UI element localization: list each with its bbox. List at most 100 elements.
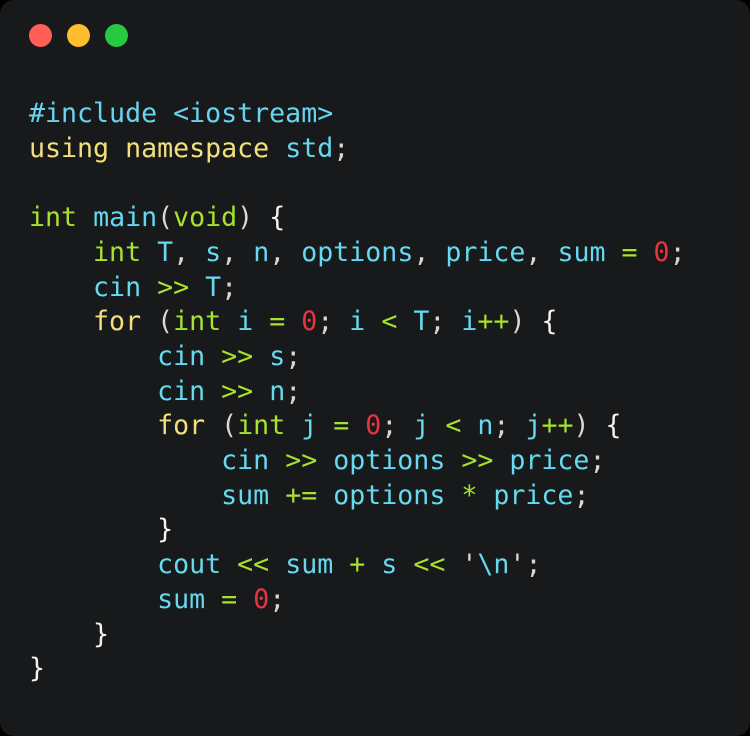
code-token: ,	[525, 236, 558, 268]
code-token: (	[157, 202, 174, 234]
code-token: sum	[557, 236, 606, 268]
close-window-button[interactable]	[29, 23, 52, 47]
code-token: 0	[253, 583, 270, 615]
code-token: ;	[669, 236, 686, 268]
code-token: ;	[589, 445, 606, 477]
code-token: }	[93, 618, 110, 650]
code-token: }	[29, 653, 46, 685]
code-token: options	[301, 236, 414, 268]
code-token: sum	[221, 479, 270, 511]
source-code[interactable]: #include <iostream> using namespace std;…	[29, 97, 750, 687]
code-token: )	[573, 410, 590, 442]
code-token: ;	[381, 410, 414, 442]
code-line: cin >> s;	[29, 341, 301, 372]
code-token: #include	[29, 98, 158, 129]
code-token: namespace	[125, 132, 270, 164]
code-token: ++	[477, 306, 510, 338]
code-token: ;	[573, 479, 590, 511]
code-token: 0	[301, 306, 318, 338]
code-token: (	[157, 306, 174, 338]
code-token: <<	[413, 549, 446, 581]
code-token: =	[333, 410, 350, 442]
maximize-window-button[interactable]	[105, 23, 128, 47]
code-token: i	[349, 306, 366, 338]
code-token: <iostream>	[173, 98, 334, 129]
code-window: #include <iostream> using namespace std;…	[0, 0, 750, 736]
code-token: 0	[365, 410, 382, 442]
code-token: sum	[285, 549, 334, 581]
code-token: (	[221, 410, 238, 442]
code-token: )	[509, 306, 526, 338]
code-line: cin >> options >> price;	[29, 445, 605, 476]
code-token: std	[285, 132, 334, 164]
code-editor-area[interactable]: #include <iostream> using namespace std;…	[0, 70, 750, 736]
code-line: sum += options * price;	[29, 480, 589, 511]
code-line: }	[29, 514, 173, 545]
minimize-window-button[interactable]	[67, 23, 90, 47]
code-token: ++	[541, 410, 574, 442]
code-token: n	[253, 236, 270, 268]
code-token: cin	[157, 375, 206, 407]
code-token: >>	[285, 445, 318, 477]
code-token: main	[93, 202, 158, 234]
code-token: void	[173, 202, 238, 234]
code-token: ;	[333, 132, 350, 164]
code-token: options	[333, 445, 446, 477]
code-token: >>	[221, 375, 254, 407]
code-token: cin	[221, 445, 270, 477]
code-token: T	[413, 306, 430, 338]
code-token: )	[237, 202, 254, 234]
code-token: ;	[317, 306, 350, 338]
code-token: int	[93, 236, 142, 268]
code-token: options	[333, 479, 446, 511]
code-token: s	[205, 236, 222, 268]
code-line: for (int i = 0; i < T; i++) {	[29, 306, 557, 338]
code-token: >>	[221, 340, 254, 372]
code-token: *	[461, 479, 478, 511]
code-token: T	[205, 271, 222, 303]
window-titlebar	[0, 0, 750, 70]
code-token: ;	[285, 375, 302, 407]
code-token: {	[605, 410, 622, 442]
code-token: ,	[173, 236, 206, 268]
code-token: <<	[237, 549, 270, 581]
code-token: for	[157, 410, 206, 442]
code-token: +=	[285, 479, 318, 511]
code-token: ;	[525, 549, 542, 581]
code-token: ;	[493, 410, 526, 442]
code-line: }	[29, 619, 109, 650]
code-token: T	[157, 236, 174, 268]
code-token: =	[269, 306, 286, 338]
code-token: n	[477, 410, 494, 442]
code-token: ,	[221, 236, 254, 268]
code-token: ;	[269, 583, 286, 615]
code-token: price	[493, 479, 574, 511]
code-token: cin	[157, 340, 206, 372]
code-token: ;	[285, 340, 302, 372]
code-line: int T, s, n, options, price, sum = 0;	[29, 237, 686, 268]
code-token: price	[509, 445, 590, 477]
